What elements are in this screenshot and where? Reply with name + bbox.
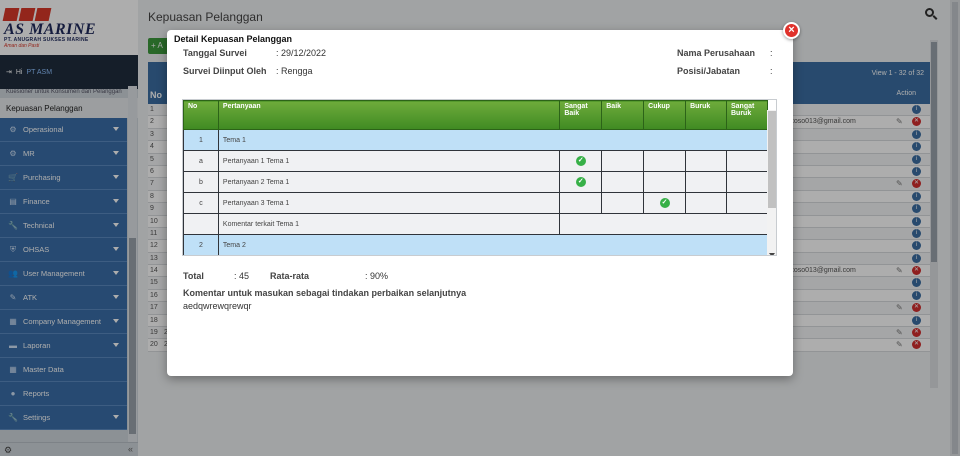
question-row: a Pertanyaan 1 Tema 1 ✓ [183,150,768,172]
comment-row: Komentar terkait Tema 1 [183,213,768,235]
question-row: b Pertanyaan 2 Tema 1 ✓ [183,171,768,193]
average-value: : 90% [365,271,389,281]
question-number: a [183,150,219,172]
rating-cell [726,150,768,172]
rating-cell [726,171,768,193]
modal-title: Detail Kepuasan Pelanggan [174,34,293,44]
theme-row: 1 Tema 1 [183,129,769,151]
question-text: Komentar terkait Tema 1 [217,213,561,235]
total-value: : 45 [234,271,250,281]
questions-table: No Pertanyaan Sangat Baik Baik Cukup Buruk San… [183,100,769,257]
rating-cell [602,256,644,257]
question-text [218,256,559,257]
rating-cell [686,256,727,257]
check-circle-icon: ✓ [659,198,670,208]
rating-cell [643,150,687,172]
question-number: b [183,171,219,193]
questions-scroll-thumb[interactable] [768,111,776,208]
question-number [183,213,219,235]
rating-cell [643,171,687,193]
check-circle-icon: ✓ [575,156,586,166]
question-number: 1 [183,129,219,151]
total-label: Total [183,271,204,281]
question-text: Pertanyaan 2 Tema 1 [217,171,561,193]
question-text: Tema 1 [217,129,769,151]
rating-cell [560,256,602,257]
rating-cell [644,256,686,257]
rating-cell [559,192,603,214]
questions-table-body: 1 Tema 1 a Pertanyaan 1 Tema 1 ✓ b Pertanyaan … [183,129,769,257]
position-value: : [770,66,773,76]
question-text: Pertanyaan 1 Tema 1 [217,150,561,172]
question-number: c [183,192,219,214]
rating-cell [727,256,768,257]
average-label: Rata-rata [270,271,310,281]
column-header: Sangat Buruk [726,100,768,130]
question-row: c Pertanyaan 3 Tema 1 ✓ [183,192,768,214]
comment-heading: Komentar untuk masukan sebagai tindakan … [183,288,467,298]
rating-cell [601,171,645,193]
question-row [184,256,768,257]
question-text: Tema 2 [217,234,769,255]
column-header: Sangat Baik [559,100,603,130]
rating-cell [685,192,727,214]
column-header: Baik [601,100,645,130]
rating-cell: ✓ [559,150,603,172]
rating-cell [685,171,727,193]
close-modal-button[interactable]: × [783,22,800,39]
scroll-down-arrow-icon[interactable] [769,253,775,255]
company-label: Nama Perusahaan [677,48,756,58]
rating-cell: ✓ [559,171,603,193]
rating-cell [685,150,727,172]
theme-row: 2 Tema 2 [183,234,769,255]
questions-header-row: No Pertanyaan Sangat Baik Baik Cukup Buruk San… [183,100,768,130]
rating-cell: ✓ [643,192,687,214]
input-by-label: Survei Diinput Oleh [183,66,267,76]
survey-date-value: : 29/12/2022 [276,48,327,58]
rating-cell [601,150,645,172]
comment-cell [559,213,768,235]
question-text: Pertanyaan 3 Tema 1 [217,192,561,214]
questions-scrollbar[interactable] [767,110,776,255]
column-header: Buruk [685,100,727,130]
question-number: 2 [183,234,219,255]
survey-date-label: Tanggal Survei [183,48,247,58]
column-header: Pertanyaan [217,100,561,130]
company-value: : [770,48,773,58]
question-number [184,256,219,257]
column-header: No [183,100,219,130]
column-header: Cukup [643,100,687,130]
rating-cell [726,192,768,214]
comment-text: aedqwrewqrewqr [183,301,252,311]
detail-modal: Detail Kepuasan Pelanggan Tanggal Survei… [167,30,793,376]
position-label: Posisi/Jabatan [677,66,741,76]
check-circle-icon: ✓ [575,177,586,187]
rating-cell [601,192,645,214]
input-by-value: : Rengga [276,66,313,76]
questions-scroll-area[interactable]: No Pertanyaan Sangat Baik Baik Cukup Buruk San… [182,99,777,256]
